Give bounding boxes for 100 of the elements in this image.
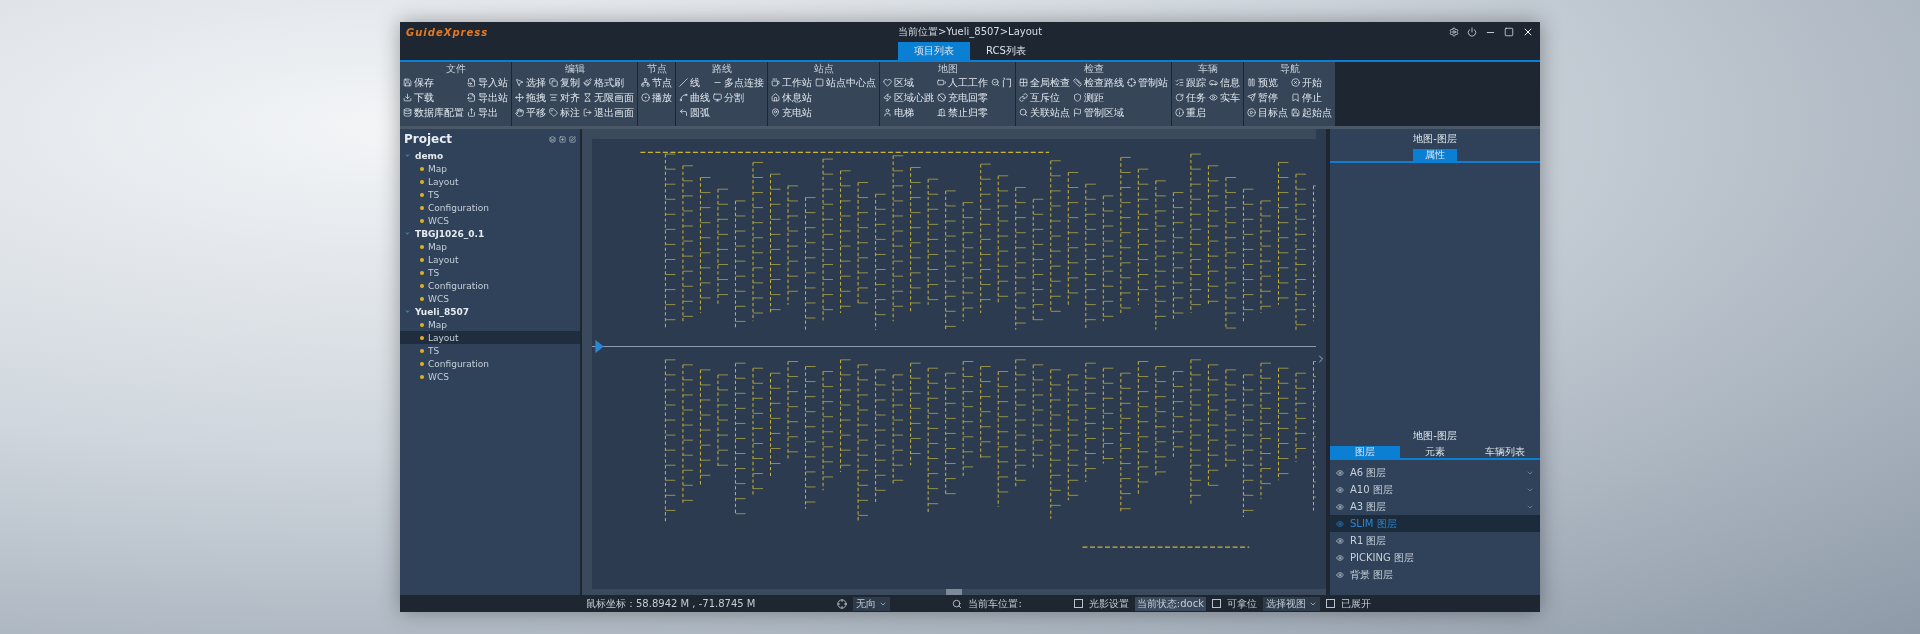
tree-item[interactable]: TS [400, 188, 580, 201]
view-select[interactable]: 选择视图 [1262, 596, 1320, 611]
close-icon[interactable] [1522, 26, 1534, 38]
ribbon-button[interactable]: 关联站点 [1019, 105, 1070, 120]
ribbon-button[interactable]: 互斥位 [1019, 90, 1070, 105]
panel-tab[interactable]: 图层 [1330, 446, 1400, 458]
tree-item[interactable]: Layout [400, 253, 580, 266]
ribbon-button[interactable]: 电梯 [883, 105, 934, 120]
ribbon-button[interactable]: 平移 [515, 105, 546, 120]
ribbon-button[interactable]: 站点中心点 [815, 75, 876, 90]
ribbon-button[interactable]: 人工工作 [937, 75, 988, 90]
ribbon-button[interactable]: 保存 [403, 75, 464, 90]
ribbon-button[interactable]: 选择 [515, 75, 546, 90]
panel-tab[interactable]: 元素 [1400, 446, 1470, 458]
tree-item[interactable]: Configuration [400, 357, 580, 370]
ribbon-button[interactable]: 禁止归零 [937, 105, 988, 120]
ribbon-button[interactable]: 充电站 [771, 105, 812, 120]
ribbon-button[interactable]: 区域 [883, 75, 934, 90]
ribbon-button[interactable]: 圆弧 [679, 105, 710, 120]
ribbon-button[interactable]: 暂停 [1247, 90, 1288, 105]
checkbox[interactable] [1325, 599, 1335, 608]
ribbon-button[interactable]: 分割 [713, 90, 764, 105]
ribbon-button[interactable]: 节点 [641, 75, 672, 90]
ribbon-button[interactable]: 数据库配置 [403, 105, 464, 120]
tree-item[interactable]: TBGJ1026_0.1 [400, 227, 580, 240]
ribbon-button[interactable]: 管制区域 [1073, 105, 1124, 120]
ribbon-button[interactable]: 休息站 [771, 90, 812, 105]
add-icon[interactable] [559, 135, 566, 143]
state-button[interactable]: 当前状态:dock [1134, 596, 1206, 611]
expand-caret-icon[interactable] [404, 230, 411, 237]
ribbon-button[interactable]: 导入站 [467, 75, 508, 90]
ribbon-button[interactable]: 实车 [1209, 90, 1240, 105]
eye-icon[interactable] [1336, 519, 1344, 528]
layer-item[interactable]: A3 图层 [1330, 498, 1540, 515]
horizontal-scrollbar[interactable] [582, 589, 1326, 595]
layer-item[interactable]: R1 图层 [1330, 532, 1540, 549]
ribbon-button[interactable]: 起始点 [1291, 105, 1332, 120]
ribbon-button[interactable]: 曲线 [679, 90, 710, 105]
edit-icon[interactable] [569, 135, 576, 143]
ribbon-button[interactable]: 下载 [403, 90, 464, 105]
layer-item[interactable]: A6 图层 [1330, 464, 1540, 481]
ribbon-button[interactable]: 格式刷 [583, 75, 634, 90]
tree-item[interactable]: Map [400, 318, 580, 331]
tree-item[interactable]: TS [400, 266, 580, 279]
layer-item[interactable]: 背景 图层 [1330, 566, 1540, 583]
layer-item[interactable]: SLIM 图层 [1330, 515, 1540, 532]
ribbon-button[interactable]: 导出站 [467, 90, 508, 105]
ribbon-button[interactable]: 信息 [1209, 75, 1240, 90]
top-tab[interactable]: 项目列表 [898, 42, 970, 60]
power-icon[interactable] [1467, 27, 1477, 37]
ribbon-button[interactable]: 复制 [549, 75, 580, 90]
ribbon-button[interactable]: 任务 [1175, 90, 1206, 105]
restore-icon[interactable] [1504, 27, 1514, 37]
panel-tab[interactable]: 属性 [1413, 149, 1457, 161]
tree-item[interactable]: WCS [400, 370, 580, 383]
ribbon-button[interactable]: 预览 [1247, 75, 1288, 90]
tree-item[interactable]: WCS [400, 292, 580, 305]
ribbon-button[interactable]: 播放 [641, 90, 672, 105]
ribbon-button[interactable]: 标注 [549, 105, 580, 120]
ribbon-button[interactable]: 无限画面 [583, 90, 634, 105]
tree-item[interactable]: Yueli_8507 [400, 305, 580, 318]
ribbon-button[interactable]: 开始 [1291, 75, 1332, 90]
layer-item[interactable]: PICKING 图层 [1330, 549, 1540, 566]
ribbon-button[interactable]: 测距 [1073, 90, 1124, 105]
tree-item[interactable]: Configuration [400, 201, 580, 214]
expand-caret-icon[interactable] [404, 152, 411, 159]
checkbox[interactable] [1211, 599, 1221, 608]
ribbon-button[interactable]: 停止 [1291, 90, 1332, 105]
tree-item[interactable]: Layout [400, 331, 580, 344]
ribbon-button[interactable]: 区域心跳 [883, 90, 934, 105]
ribbon-button[interactable]: 全局检查 [1019, 75, 1070, 90]
expand-caret-icon[interactable] [404, 308, 411, 315]
panel-tab[interactable]: 车辆列表 [1470, 446, 1540, 458]
ribbon-button[interactable]: 退出画面 [583, 105, 634, 120]
ribbon-button[interactable]: 多点连接 [713, 75, 764, 90]
tree-item[interactable]: demo [400, 149, 580, 162]
ribbon-button[interactable]: 充电回零 [937, 90, 988, 105]
ribbon-button[interactable]: 线 [679, 75, 710, 90]
search-icon[interactable] [952, 598, 963, 609]
checkbox[interactable] [1073, 599, 1083, 608]
tree-item[interactable]: Configuration [400, 279, 580, 292]
ribbon-button[interactable]: 目标点 [1247, 105, 1288, 120]
crosshair-icon[interactable] [837, 598, 848, 609]
ribbon-button[interactable]: 对齐 [549, 90, 580, 105]
tree-item[interactable]: WCS [400, 214, 580, 227]
settings-icon[interactable] [1449, 27, 1459, 37]
layer-item[interactable]: A10 图层 [1330, 481, 1540, 498]
tree-item[interactable]: TS [400, 344, 580, 357]
ribbon-button[interactable]: 跟踪 [1175, 75, 1206, 90]
ribbon-button[interactable]: 工作站 [771, 75, 812, 90]
direction-select[interactable]: 无向 [853, 596, 891, 611]
ribbon-button[interactable]: 拖拽 [515, 90, 546, 105]
ribbon-button[interactable]: 检查路线 [1073, 75, 1124, 90]
tree-item[interactable]: Map [400, 240, 580, 253]
ribbon-button[interactable]: 管制站 [1127, 75, 1168, 90]
ribbon-button[interactable]: 导出 [467, 105, 508, 120]
top-tab[interactable]: RCS列表 [970, 42, 1042, 60]
ribbon-button[interactable]: 重启 [1175, 105, 1206, 120]
tree-item[interactable]: Map [400, 162, 580, 175]
ribbon-button[interactable]: 门 [991, 75, 1012, 90]
